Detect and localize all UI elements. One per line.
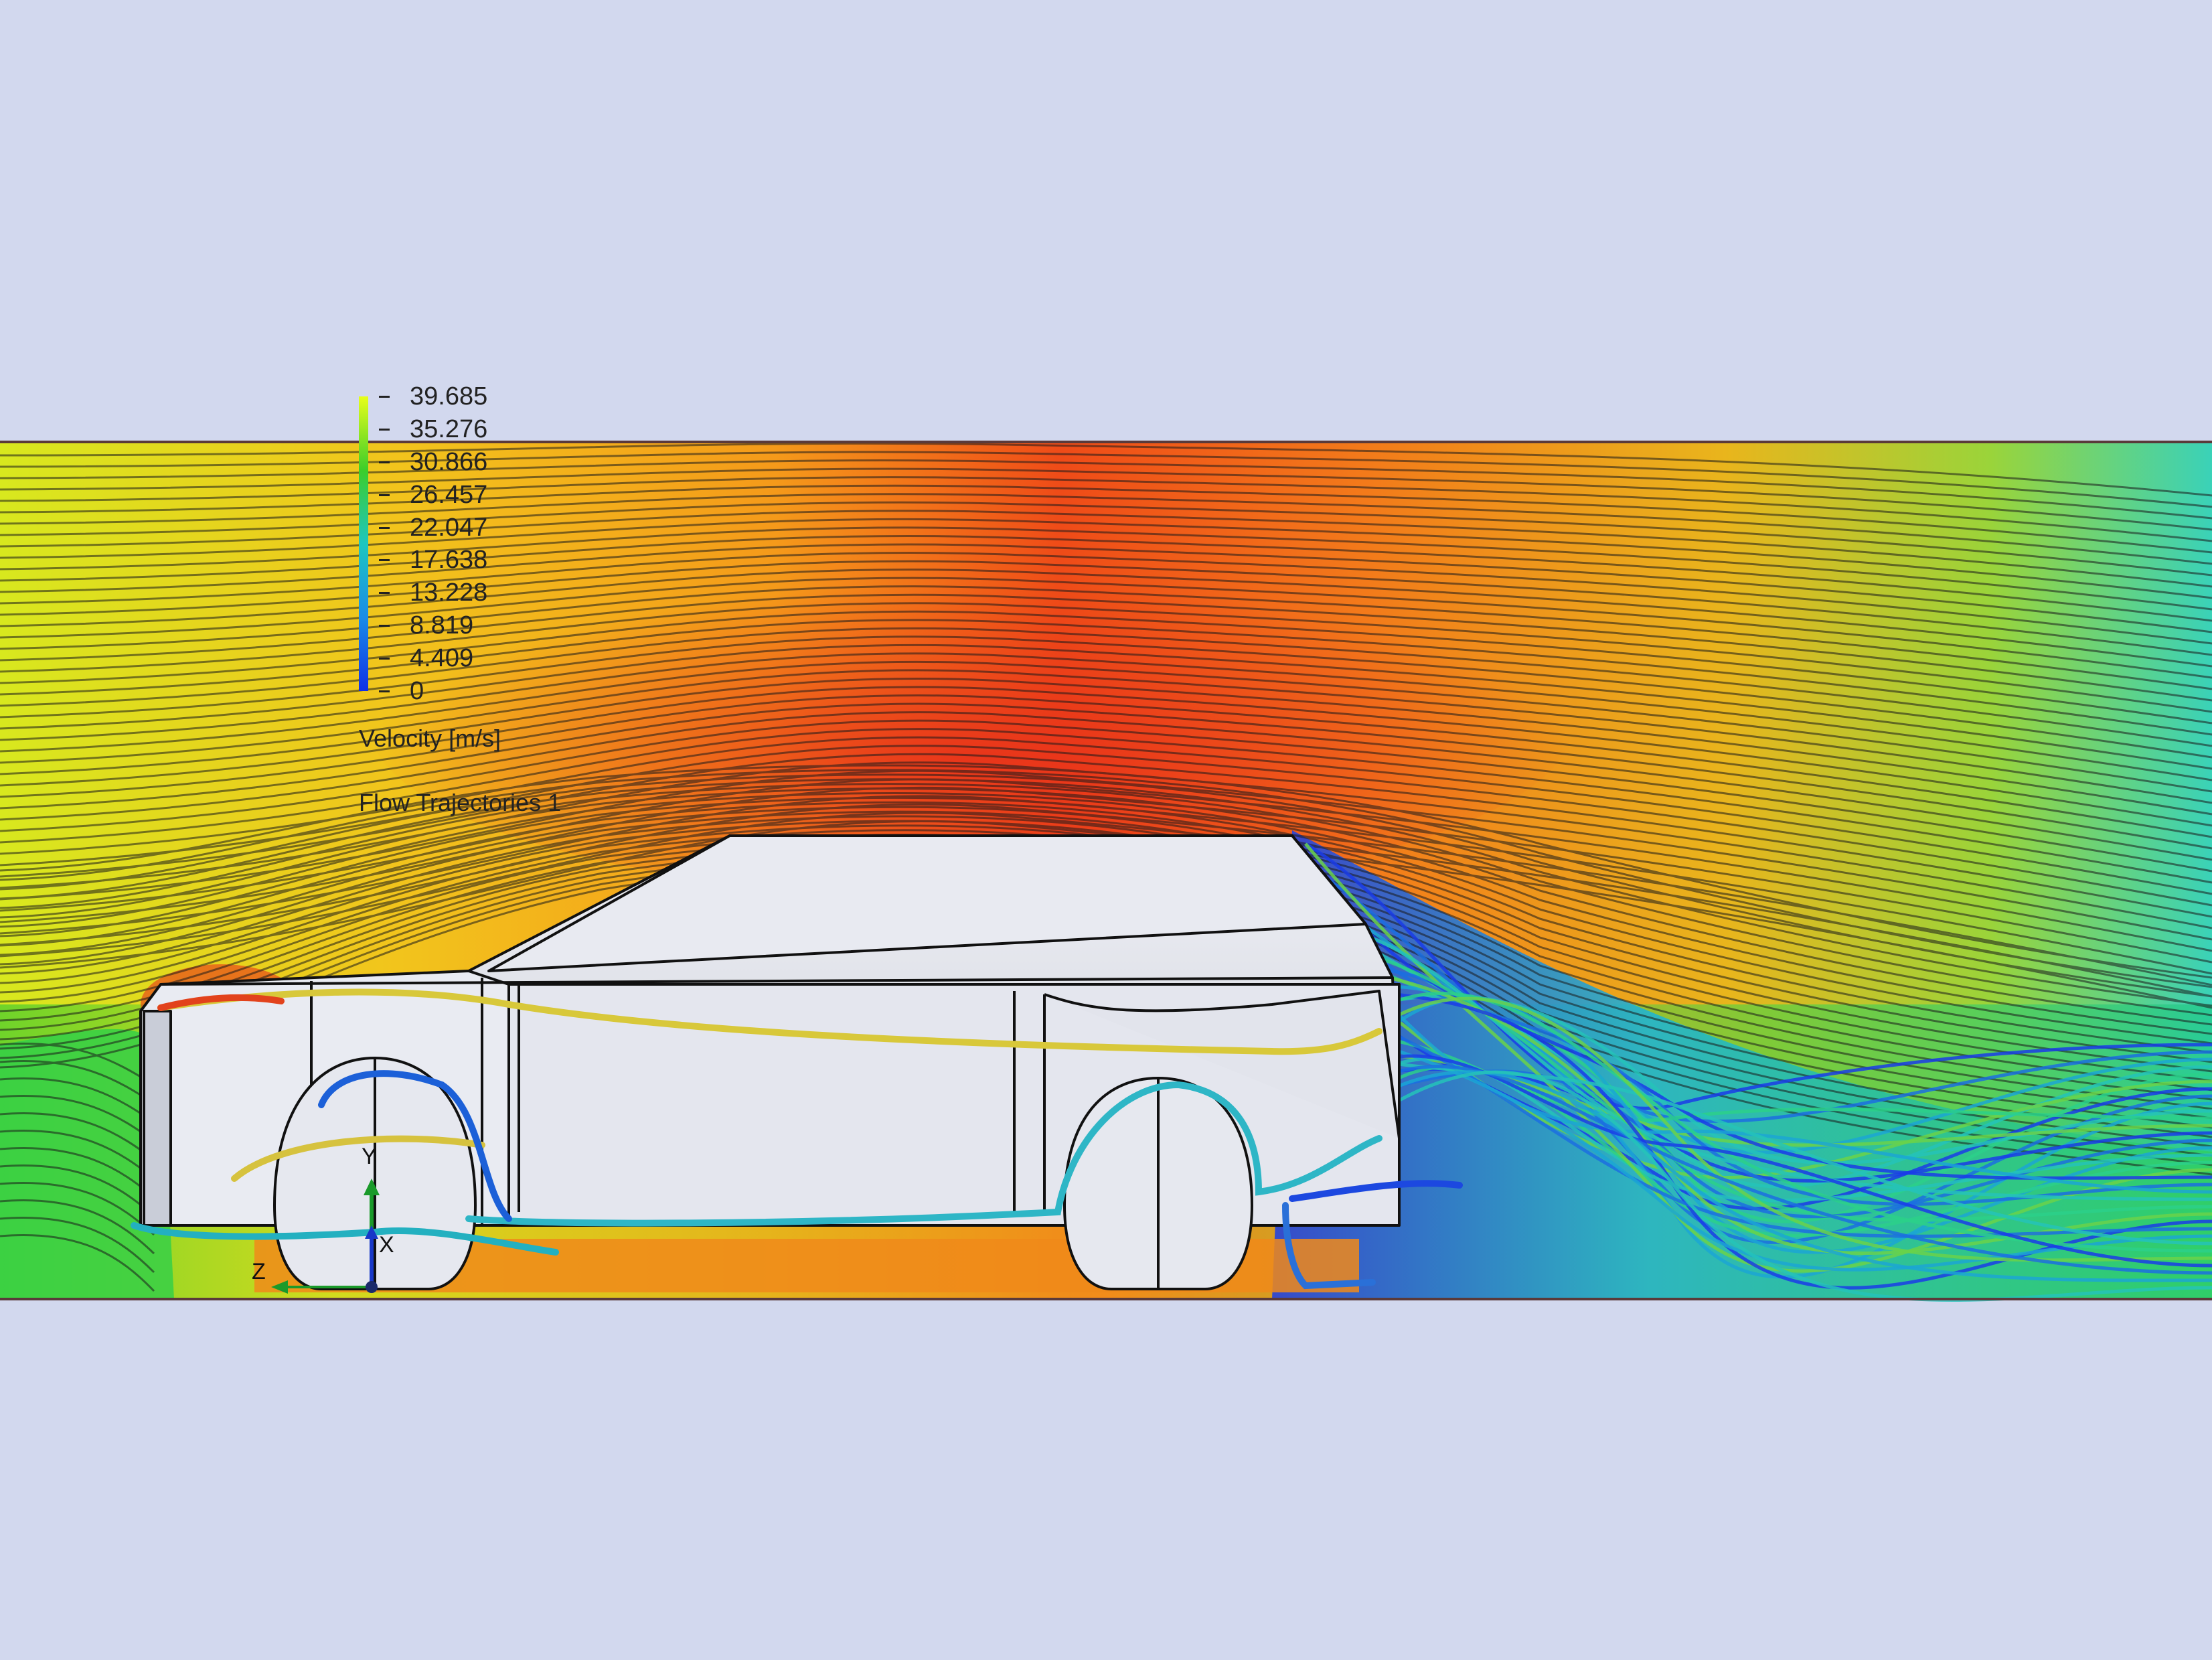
- legend-quantity-label: Velocity [m/s]: [359, 725, 501, 752]
- legend-tick-label: 13.228: [410, 579, 488, 607]
- legend-tick-mark: [379, 428, 390, 431]
- legend-tick-mark: [379, 559, 390, 562]
- legend-tick-mark: [379, 461, 390, 463]
- legend-tick-label: 4.409: [410, 644, 474, 673]
- triad-x-label: X: [379, 1232, 394, 1258]
- legend-tick-mark: [379, 658, 390, 660]
- legend-tick-label: 22.047: [410, 513, 488, 542]
- legend-tick-mark: [379, 526, 390, 529]
- legend-tick-label: 17.638: [410, 546, 488, 575]
- graphics-viewport[interactable]: 39.685 35.276 30.866 26.457 22.047 17.638 13.2…: [0, 0, 2212, 1660]
- legend-tick-mark: [379, 592, 390, 595]
- legend-tick-mark: [379, 625, 390, 627]
- legend-tick-mark: [379, 690, 390, 692]
- flow-simulation-view[interactable]: [0, 0, 2212, 1660]
- legend-tick-label: 8.819: [410, 611, 474, 640]
- velocity-legend[interactable]: 39.685 35.276 30.866 26.457 22.047 17.638 13.2…: [356, 383, 637, 822]
- legend-tick-mark: [379, 396, 390, 398]
- legend-tick-label: 39.685: [410, 382, 488, 410]
- legend-tick-mark: [379, 494, 390, 496]
- legend-tick-label: 26.457: [410, 480, 488, 509]
- coordinate-triad[interactable]: Y X Z: [241, 1132, 402, 1306]
- legend-tick-label: 35.276: [410, 414, 488, 443]
- rear-wheel: [1063, 1077, 1253, 1290]
- car-nose: [143, 1010, 172, 1227]
- legend-color-bar: [359, 396, 368, 691]
- triad-y-label: Y: [362, 1144, 377, 1169]
- legend-tick-label: 30.866: [410, 447, 488, 476]
- legend-tick-label: 0: [410, 677, 424, 705]
- triad-z-label: Z: [252, 1259, 266, 1284]
- plot-caption: Flow Trajectories 1: [359, 789, 562, 816]
